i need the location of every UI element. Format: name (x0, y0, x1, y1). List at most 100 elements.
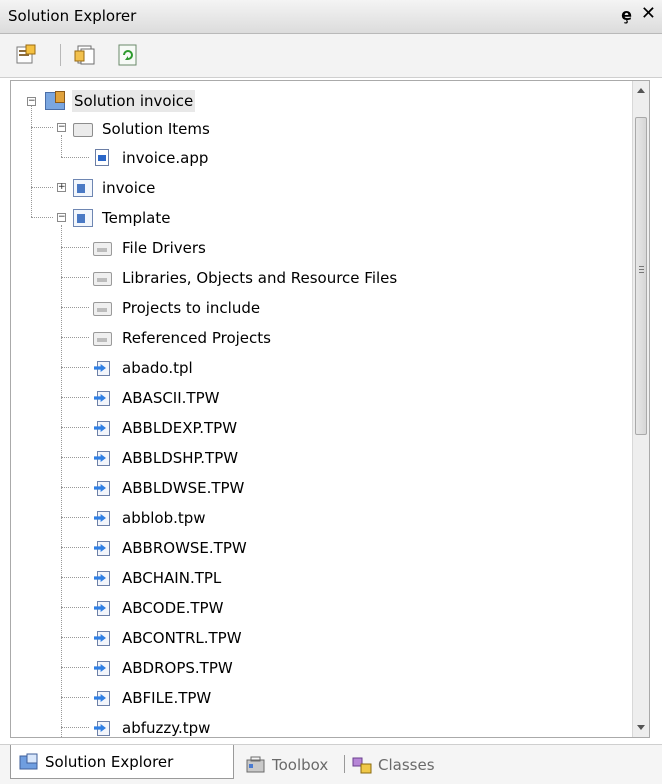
toolbar (0, 34, 662, 78)
title-bar: Solution Explorer ȩ ✕ (0, 0, 662, 34)
template-file-icon (93, 419, 113, 437)
tree-node-template-file[interactable]: ABFILE.TPW (93, 684, 213, 712)
pin-icon[interactable]: ȩ (621, 5, 632, 24)
folder-icon (93, 269, 113, 287)
project-icon (73, 179, 93, 197)
tree-node-template-file[interactable]: ABCODE.TPW (93, 594, 225, 622)
tree-node-template-file[interactable]: ABCHAIN.TPL (93, 564, 223, 592)
tree-node-label: abado.tpl (122, 359, 193, 377)
tree-node-label: ABBLDEXP.TPW (122, 419, 238, 437)
grip-line (639, 272, 644, 273)
template-file-icon (93, 479, 113, 497)
tree-connector (61, 637, 89, 638)
tree-node-label: Projects to include (122, 299, 261, 317)
refresh-icon (118, 44, 137, 66)
tab-toolbox[interactable]: Toolbox (246, 749, 328, 781)
expand-toggle[interactable]: + (57, 183, 66, 192)
tab-label: Toolbox (272, 756, 329, 774)
app-file-icon (93, 149, 113, 167)
tree-node-template-file[interactable]: ABBLDSHP.TPW (93, 444, 240, 472)
solution-tree[interactable]: Solution invoice − − Solution Items invo… (10, 80, 650, 738)
tree-node-solution-items[interactable]: Solution Items (73, 115, 212, 143)
folder-icon (93, 299, 113, 317)
tab-label: Solution Explorer (45, 752, 174, 771)
vertical-scrollbar[interactable] (632, 81, 649, 737)
tree-connector (31, 217, 53, 218)
tree-connector (61, 307, 89, 308)
tree-connector (61, 577, 89, 578)
tree-node-label: ABBLDSHP.TPW (122, 449, 239, 467)
tree-connector (61, 457, 89, 458)
tree-node-template-file[interactable]: ABDROPS.TPW (93, 654, 235, 682)
tab-separator (344, 755, 345, 773)
tree-node-template-file[interactable]: ABBLDWSE.TPW (93, 474, 246, 502)
tree-connector (61, 135, 62, 157)
tree-node-label: ABCHAIN.TPL (122, 569, 222, 587)
scroll-down-icon[interactable] (637, 725, 645, 730)
tree-node-label: ABDROPS.TPW (122, 659, 233, 677)
tab-classes[interactable]: Classes (352, 749, 435, 781)
tree-node-label: ABCONTRL.TPW (122, 629, 242, 647)
collapse-toggle[interactable]: − (57, 213, 66, 222)
refresh-button[interactable] (116, 43, 140, 67)
classes-icon (352, 756, 372, 774)
tree-node-invoice-app[interactable]: invoice.app (93, 144, 210, 172)
tab-label: Classes (378, 756, 435, 774)
solution-explorer-icon (19, 753, 39, 771)
template-file-icon (93, 389, 113, 407)
template-file-icon (93, 359, 113, 377)
tree-connector (61, 367, 89, 368)
tree-node-solution[interactable]: Solution invoice (45, 87, 196, 115)
tree-node-template-file[interactable]: abblob.tpw (93, 504, 208, 532)
tree-connector (31, 105, 32, 217)
template-file-icon (93, 449, 113, 467)
scroll-up-icon[interactable] (637, 88, 645, 93)
template-file-icon (93, 719, 113, 737)
grip-line (639, 266, 644, 267)
close-icon[interactable]: ✕ (641, 3, 656, 24)
tree-node-invoice[interactable]: invoice (73, 174, 157, 202)
tab-solution-explorer[interactable]: Solution Explorer (10, 745, 234, 779)
folder-icon (93, 329, 113, 347)
tree-connector (61, 157, 89, 158)
tree-node-template-file[interactable]: ABBLDEXP.TPW (93, 414, 239, 442)
tree-node-file-drivers[interactable]: File Drivers (93, 234, 208, 262)
tree-node-label: ABFILE.TPW (122, 689, 212, 707)
tree-node-label: Template (102, 209, 171, 227)
tree-connector (61, 607, 89, 608)
tree-connector (61, 547, 89, 548)
tree-node-label: abblob.tpw (122, 509, 206, 527)
tree-node-referenced-projects[interactable]: Referenced Projects (93, 324, 273, 352)
tree-connector (31, 187, 53, 188)
tree-node-template-file[interactable]: ABASCII.TPW (93, 384, 221, 412)
tree-connector (61, 667, 89, 668)
tree-node-template-file[interactable]: abfuzzy.tpw (93, 714, 212, 737)
tree-node-template[interactable]: Template (73, 204, 172, 232)
template-file-icon (93, 539, 113, 557)
grip-line (639, 269, 644, 270)
tree-connector (61, 727, 89, 728)
tree-node-template-file[interactable]: abado.tpl (93, 354, 195, 382)
toolbar-separator (60, 44, 61, 66)
tree-node-label: ABBLDWSE.TPW (122, 479, 245, 497)
properties-button[interactable] (14, 43, 38, 67)
template-file-icon (93, 689, 113, 707)
tool-window-tabs: Solution Explorer Toolbox Classes (0, 744, 662, 784)
collapse-toggle[interactable]: − (57, 123, 66, 132)
tree-connector (61, 427, 89, 428)
tree-node-template-file[interactable]: ABBROWSE.TPW (93, 534, 249, 562)
tree-node-libraries[interactable]: Libraries, Objects and Resource Files (93, 264, 399, 292)
show-all-files-button[interactable] (73, 43, 97, 67)
tree-node-projects-to-include[interactable]: Projects to include (93, 294, 262, 322)
tree-node-label: Solution invoice (72, 90, 196, 112)
tree-connector (61, 225, 62, 737)
collapse-toggle[interactable]: − (27, 97, 36, 106)
scrollbar-thumb[interactable] (635, 117, 647, 435)
tree-node-label: ABBROWSE.TPW (122, 539, 247, 557)
toolbox-icon (246, 756, 266, 774)
project-icon (73, 209, 93, 227)
tree-node-label: ABASCII.TPW (122, 389, 220, 407)
tree-node-template-file[interactable]: ABCONTRL.TPW (93, 624, 244, 652)
window-title: Solution Explorer (8, 7, 137, 25)
tree-node-label: Referenced Projects (122, 329, 271, 347)
